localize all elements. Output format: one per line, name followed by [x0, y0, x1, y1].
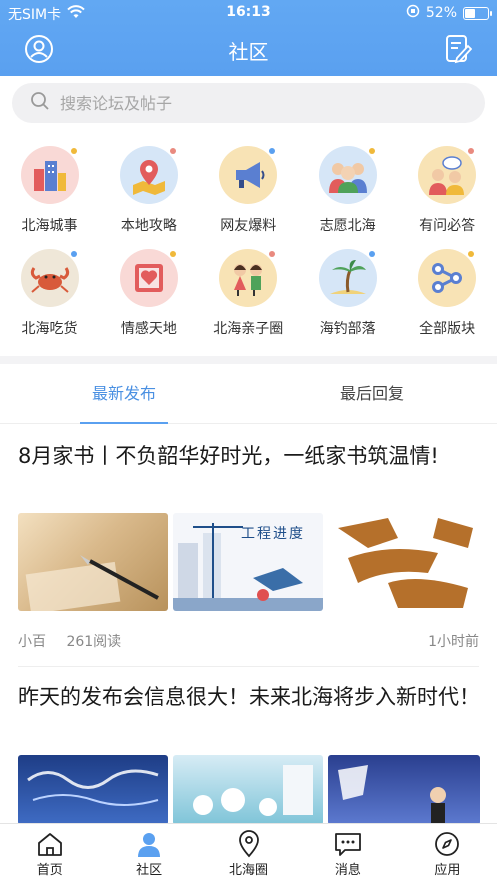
category-item[interactable]: 北海亲子圈 — [199, 249, 298, 338]
post-tabs: 最新发布 最后回复 — [0, 364, 497, 424]
decor-dot — [169, 251, 176, 257]
post-meta: 小百 261阅读 1小时前 — [18, 631, 479, 651]
category-item[interactable]: 情感天地 — [99, 249, 198, 338]
search-bar[interactable] — [12, 83, 485, 123]
heart-frame-icon — [119, 249, 178, 307]
category-item[interactable]: 海钓部落 — [298, 249, 397, 338]
post-thumbnail[interactable] — [18, 755, 168, 825]
battery-percent: 52% — [425, 5, 457, 21]
status-bar: 无SIM卡 16:13 52% — [0, 0, 497, 26]
tabbar-label: 应用 — [434, 863, 461, 878]
decor-dot — [368, 148, 375, 154]
decor-dot — [269, 148, 276, 154]
community-person-icon — [99, 830, 198, 858]
qa-people-icon — [418, 146, 477, 204]
category-label: 情感天地 — [120, 321, 177, 337]
category-item[interactable]: 全部版块 — [398, 249, 497, 338]
post-thumbnail[interactable] — [18, 513, 168, 611]
decor-dot — [70, 251, 77, 257]
section-divider — [0, 356, 497, 364]
category-label: 海钓部落 — [319, 321, 376, 337]
post-reads: 261阅读 — [66, 634, 122, 650]
search-icon — [30, 91, 50, 115]
molecule-icon — [418, 249, 477, 307]
category-label: 北海城事 — [21, 218, 78, 234]
app-header: 无SIM卡 16:13 52% 社区 — [0, 0, 497, 76]
tabbar-label: 社区 — [136, 863, 163, 878]
post-title[interactable]: 昨天的发布会信息很大！未来北海将步入新时代！ — [18, 681, 480, 713]
category-label: 网友爆料 — [220, 218, 277, 234]
tabbar-item-community[interactable]: 社区 — [99, 824, 198, 883]
post-thumbnail[interactable] — [328, 755, 480, 825]
post-time: 1小时前 — [428, 634, 479, 650]
search-input[interactable] — [60, 93, 440, 113]
tabbar-label: 首页 — [36, 863, 63, 878]
category-label: 志愿北海 — [319, 218, 376, 234]
tabbar-item-home[interactable]: 首页 — [0, 824, 99, 883]
tabbar-item-messages[interactable]: 消息 — [298, 824, 397, 883]
tabbar-item-circle[interactable]: 北海圈 — [199, 824, 298, 883]
decor-dot — [70, 148, 77, 154]
crab-icon — [20, 249, 79, 307]
volunteers-icon — [318, 146, 377, 204]
active-tab-indicator — [80, 422, 168, 424]
edit-note-icon — [444, 34, 473, 68]
tabbar-label: 消息 — [334, 863, 361, 878]
page-title: 社区 — [228, 40, 269, 64]
category-item[interactable]: 有问必答 — [398, 146, 497, 235]
category-label: 本地攻略 — [120, 218, 177, 234]
decor-dot — [468, 148, 475, 154]
decor-dot — [368, 251, 375, 257]
city-buildings-icon — [20, 146, 79, 204]
message-bubble-icon — [298, 830, 397, 858]
palm-island-icon — [318, 249, 377, 307]
bottom-tab-bar: 首页 社区 北海圈 消息 应用 — [0, 823, 497, 883]
post-thumbnail[interactable]: 工程进度 — [173, 513, 323, 611]
kids-icon — [219, 249, 278, 307]
post-author: 小百 — [18, 634, 46, 650]
tab-latest[interactable]: 最新发布 — [0, 364, 248, 424]
orientation-lock-icon — [406, 4, 420, 22]
home-icon — [0, 830, 99, 858]
compose-button[interactable] — [443, 34, 473, 68]
tabbar-label: 北海圈 — [229, 863, 269, 878]
category-item[interactable]: 网友爆料 — [199, 146, 298, 235]
decor-dot — [269, 251, 276, 257]
category-item[interactable]: 北海城事 — [0, 146, 99, 235]
megaphone-icon — [219, 146, 278, 204]
tabbar-item-apps[interactable]: 应用 — [398, 824, 497, 883]
battery-icon — [463, 6, 492, 20]
decor-dot — [468, 251, 475, 257]
category-label: 全部版块 — [419, 321, 476, 337]
category-item[interactable]: 北海吃货 — [0, 249, 99, 338]
category-label: 有问必答 — [419, 218, 476, 234]
decor-dot — [169, 148, 176, 154]
category-label: 北海吃货 — [21, 321, 78, 337]
thumbnail-caption: 工程进度 — [241, 526, 305, 542]
post-thumbnail[interactable] — [173, 755, 323, 825]
map-pin-icon — [119, 146, 178, 204]
tab-last-reply[interactable]: 最后回复 — [248, 364, 496, 424]
category-item[interactable]: 志愿北海 — [298, 146, 397, 235]
post-title[interactable]: 8月家书丨不负韶华好时光，一纸家书筑温情! — [18, 440, 480, 472]
post-thumbnail[interactable] — [328, 513, 480, 611]
category-item[interactable]: 本地攻略 — [99, 146, 198, 235]
category-label: 北海亲子圈 — [213, 321, 284, 337]
post-divider — [18, 666, 479, 667]
location-pin-icon — [199, 830, 298, 858]
compass-icon — [398, 830, 497, 858]
